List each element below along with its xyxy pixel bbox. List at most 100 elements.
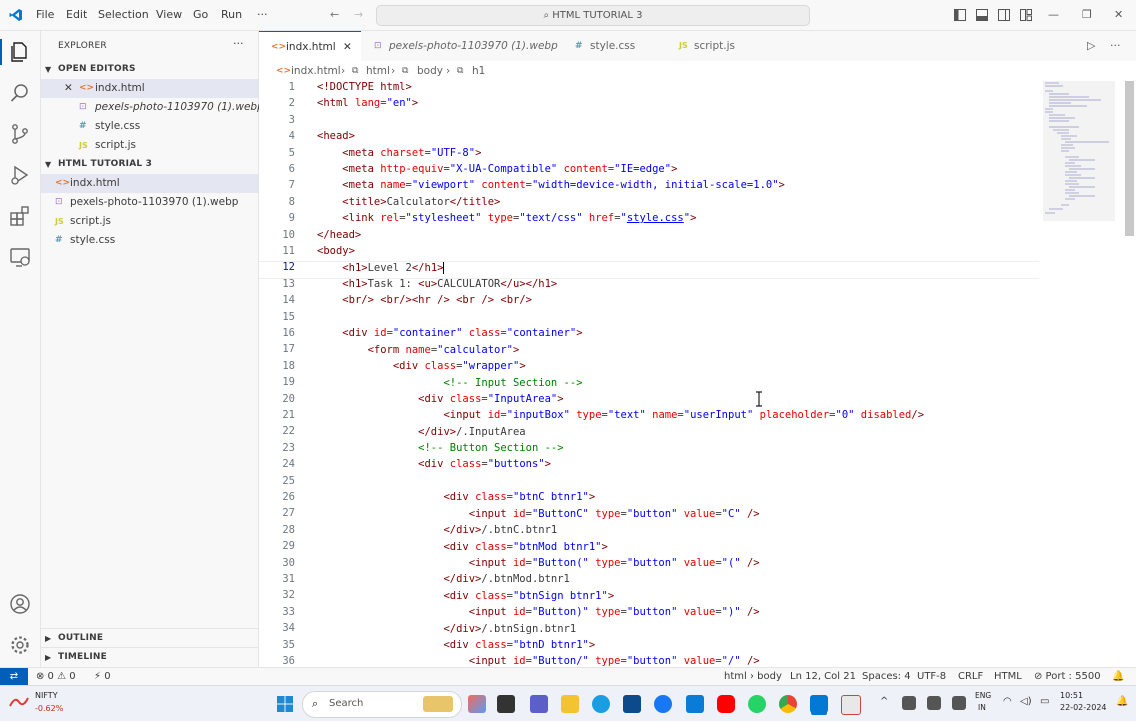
open-editor-item[interactable]: # style.css xyxy=(41,117,258,136)
timeline-section[interactable]: ▶ TIMELINE xyxy=(41,647,258,667)
toggle-secondary-sidebar-icon[interactable] xyxy=(998,9,1010,21)
store-icon[interactable] xyxy=(623,695,641,713)
tab-label: style.css xyxy=(590,40,636,52)
breadcrumb-h1[interactable]: h1 xyxy=(472,61,485,81)
facebook-icon[interactable] xyxy=(654,695,672,713)
menu-view[interactable]: View xyxy=(156,8,182,21)
volume-icon[interactable]: ◁) xyxy=(1020,696,1032,707)
breadcrumb-file[interactable]: indx.html xyxy=(291,61,341,81)
maximize-button[interactable]: ❐ xyxy=(1082,8,1092,21)
close-icon[interactable]: ✕ xyxy=(64,79,73,98)
search-icon[interactable] xyxy=(8,81,32,105)
code-line: <input id="inputBox" type="text" name="u… xyxy=(443,409,925,421)
breadcrumb: <> indx.html › ⧉ html › ⧉ body › ⧉ h1 xyxy=(259,61,1136,81)
customize-layout-icon[interactable] xyxy=(1020,9,1032,21)
menu-run[interactable]: Run xyxy=(221,8,242,21)
line-number: 36 xyxy=(282,655,295,667)
more-actions-icon[interactable]: ··· xyxy=(1110,39,1121,52)
clock-date[interactable]: 22-02-2024 xyxy=(1060,703,1107,712)
minimize-button[interactable]: — xyxy=(1048,8,1059,21)
teams-icon[interactable] xyxy=(530,695,548,713)
battery-icon[interactable]: ▭ xyxy=(1040,696,1049,707)
clock-time[interactable]: 10:51 xyxy=(1060,691,1083,700)
open-editors-section[interactable]: ▼ OPEN EDITORS xyxy=(41,60,258,79)
sidebar-more-button[interactable]: ··· xyxy=(233,37,244,50)
explorer-icon[interactable] xyxy=(8,40,32,64)
account-icon[interactable] xyxy=(8,592,32,616)
tab-style-css[interactable]: # style.css xyxy=(563,31,663,61)
open-editor-item[interactable]: ⊡ pexels-photo-1103970 (1).webp xyxy=(41,98,264,117)
timeline-label: TIMELINE xyxy=(58,652,107,662)
file-explorer-icon[interactable] xyxy=(561,695,579,713)
remote-indicator[interactable]: ⇄ xyxy=(0,668,28,685)
file-item[interactable]: <> indx.html xyxy=(41,174,258,193)
chrome-icon[interactable] xyxy=(779,695,797,713)
breadcrumb-html[interactable]: html xyxy=(366,61,390,81)
edge-browser-icon[interactable] xyxy=(592,695,610,713)
open-editor-item[interactable]: ✕ <> indx.html xyxy=(41,79,258,98)
tab-webp-image[interactable]: ⊡ pexels-photo-1103970 (1).webp xyxy=(362,31,558,61)
source-control-icon[interactable] xyxy=(8,122,32,146)
status-language-path[interactable]: html › body xyxy=(724,668,782,685)
line-number: 30 xyxy=(282,556,295,569)
menu-more[interactable]: ··· xyxy=(257,8,268,21)
menu-selection[interactable]: Selection xyxy=(98,8,149,21)
line-endings[interactable]: CRLF xyxy=(958,668,983,685)
windows-start-icon[interactable] xyxy=(276,695,294,713)
file-item[interactable]: # style.css xyxy=(41,231,258,250)
settings-gear-icon[interactable] xyxy=(8,633,32,657)
file-item[interactable]: JS script.js xyxy=(41,212,258,231)
breadcrumb-body[interactable]: body xyxy=(417,61,443,81)
notifications-bell-icon[interactable]: 🔔 xyxy=(1112,668,1124,685)
copilot-icon[interactable] xyxy=(468,695,486,713)
run-debug-icon[interactable] xyxy=(8,163,32,187)
encoding[interactable]: UTF-8 xyxy=(917,668,946,685)
live-server-port[interactable]: ⊘ Port : 5500 xyxy=(1034,668,1101,685)
scrollbar-thumb[interactable] xyxy=(1125,81,1134,236)
forward-arrow-icon[interactable]: → xyxy=(354,8,363,21)
toggle-panel-icon[interactable] xyxy=(976,9,988,21)
file-item[interactable]: ⊡ pexels-photo-1103970 (1).webp xyxy=(41,193,258,212)
notification-bell-icon[interactable]: 🔔 xyxy=(1116,696,1128,707)
wifi-icon[interactable]: ◠ xyxy=(1003,696,1012,707)
tab-script-js[interactable]: JS script.js xyxy=(675,31,765,61)
whatsapp-icon[interactable] xyxy=(748,695,766,713)
menu-file[interactable]: File xyxy=(36,8,54,21)
run-icon[interactable]: ▷ xyxy=(1087,39,1095,52)
language-indicator[interactable]: ENG xyxy=(975,691,991,700)
toggle-sidebar-icon[interactable] xyxy=(954,9,966,21)
indentation[interactable]: Spaces: 4 xyxy=(862,668,911,685)
code-editor[interactable]: 1 2 3 4 5 6 7 8 9 10 11 12 13 14 15 16 17 18 19 20 21 22 23 24 2… xyxy=(259,81,1136,667)
snipping-tool-icon[interactable] xyxy=(841,695,861,715)
chevron-up-icon[interactable]: ^ xyxy=(880,696,888,707)
extensions-icon[interactable] xyxy=(8,204,32,228)
menu-edit[interactable]: Edit xyxy=(66,8,87,21)
close-window-button[interactable]: ✕ xyxy=(1114,8,1123,21)
outline-section[interactable]: ▶ OUTLINE xyxy=(41,628,258,648)
tab-indx-html[interactable]: <> indx.html ✕ xyxy=(259,31,361,62)
vscode-taskbar-icon[interactable] xyxy=(810,695,828,713)
task-view-icon[interactable] xyxy=(497,695,515,713)
minimap[interactable] xyxy=(1039,81,1136,667)
taskbar-search-box[interactable]: ⌕ Search xyxy=(302,691,462,718)
back-arrow-icon[interactable]: ← xyxy=(330,8,339,21)
tray-cloud-icon[interactable] xyxy=(927,696,941,710)
youtube-icon[interactable] xyxy=(717,695,735,713)
command-center-search[interactable]: ⌕ HTML TUTORIAL 3 xyxy=(376,5,810,26)
line-number: 15 xyxy=(282,310,295,323)
tray-app-icon[interactable] xyxy=(902,696,916,710)
remote-explorer-icon[interactable] xyxy=(8,245,32,269)
menu-go[interactable]: Go xyxy=(193,8,208,21)
problems-indicator[interactable]: ⊗ 0 ⚠ 0 xyxy=(36,668,76,685)
cursor-position[interactable]: Ln 12, Col 21 xyxy=(790,668,856,685)
close-tab-icon[interactable]: ✕ xyxy=(343,32,352,62)
messenger-icon[interactable] xyxy=(686,695,704,713)
sidebar-title: EXPLORER xyxy=(58,41,107,51)
project-folder-section[interactable]: ▼ HTML TUTORIAL 3 xyxy=(41,155,258,174)
ports-indicator[interactable]: ⚡ 0 xyxy=(94,668,111,685)
language-mode[interactable]: HTML xyxy=(994,668,1022,685)
stock-widget-icon[interactable] xyxy=(8,694,30,712)
open-editor-item[interactable]: JS script.js xyxy=(41,136,258,155)
tray-sync-icon[interactable] xyxy=(952,696,966,710)
file-name: pexels-photo-1103970 (1).webp xyxy=(70,196,239,208)
